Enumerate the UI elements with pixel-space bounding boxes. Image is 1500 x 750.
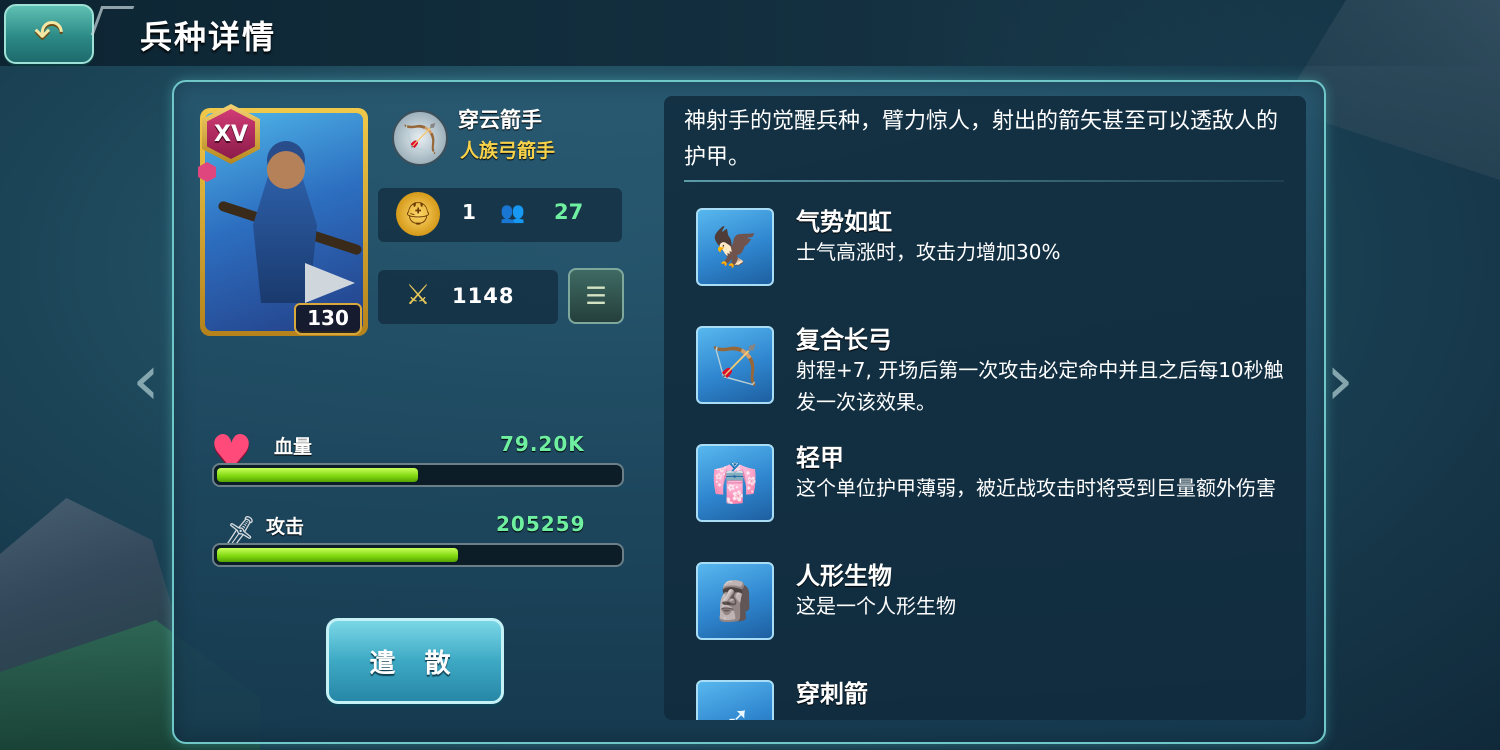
page-title: 兵种详情 (140, 18, 277, 56)
bow-type-icon: 🏹 (392, 110, 448, 166)
divider (684, 180, 1284, 182)
troops-icon: 👥 (500, 200, 525, 224)
skill-name: 轻甲 (796, 444, 844, 472)
info-list-icon: ☰ (585, 282, 607, 310)
attack-label: 攻击 (266, 516, 305, 538)
hp-label: 血量 (274, 436, 313, 458)
skill-desc: 士气高涨时，攻击力增加30% (796, 240, 1061, 264)
power-sword-laurel-icon: ⚔ (405, 277, 431, 311)
previous-unit-chevron-icon[interactable]: ‹ (132, 345, 160, 415)
pierce-arrow-icon: ➶ (696, 680, 774, 720)
attack-bar (212, 543, 624, 567)
skill-desc: 射程+7, 开场后第一次攻击必定命中并且之后每10秒触发一次该效果。 (796, 358, 1284, 414)
attack-value: 205259 (496, 512, 586, 536)
morale-eagle-icon: 🦅 (696, 208, 774, 286)
troop-count: 27 (554, 200, 584, 224)
helmet-icon: ⛑ (396, 192, 440, 236)
skill-desc: 这是一个人形生物 (796, 594, 956, 618)
info-button[interactable]: ☰ (568, 268, 624, 324)
unit-cost: 1 (462, 200, 476, 224)
humanoid-icon: 🗿 (696, 562, 774, 640)
skill-name: 人形生物 (796, 562, 892, 590)
skill-name: 穿刺箭 (796, 680, 868, 708)
power-value: 1148 (452, 284, 515, 308)
rank-badge-text: XV (207, 109, 255, 159)
skill-name: 复合长弓 (796, 326, 892, 354)
back-button[interactable]: ↶ (4, 4, 94, 64)
attack-bar-fill (217, 548, 459, 562)
portrait-head (267, 151, 305, 189)
disband-button[interactable]: 遣 散 (326, 618, 504, 704)
unit-description: 神射手的觉醒兵种，臂力惊人，射出的箭矢甚至可以透敌人的护甲。 (684, 109, 1279, 170)
next-unit-chevron-icon[interactable]: › (1326, 345, 1354, 415)
back-arrow-icon: ↶ (33, 13, 65, 54)
skill-desc: 这个单位护甲薄弱，被近战攻击时将受到巨量额外伤害 (796, 476, 1276, 500)
composite-bow-icon: 🏹 (696, 326, 774, 404)
hp-bar (212, 463, 624, 487)
unit-name: 穿云箭手 (458, 108, 542, 132)
skill-name: 气势如虹 (796, 208, 892, 236)
portrait-blade (305, 263, 355, 303)
hp-value: 79.20K (500, 432, 585, 456)
hp-bar-fill (217, 468, 418, 482)
unit-level: 130 (294, 303, 362, 335)
unit-class: 人族弓箭手 (460, 140, 556, 162)
light-armor-icon: 👘 (696, 444, 774, 522)
description-panel[interactable]: 神射手的觉醒兵种，臂力惊人，射出的箭矢甚至可以透敌人的护甲。 🦅 气势如虹 士气… (664, 96, 1306, 720)
